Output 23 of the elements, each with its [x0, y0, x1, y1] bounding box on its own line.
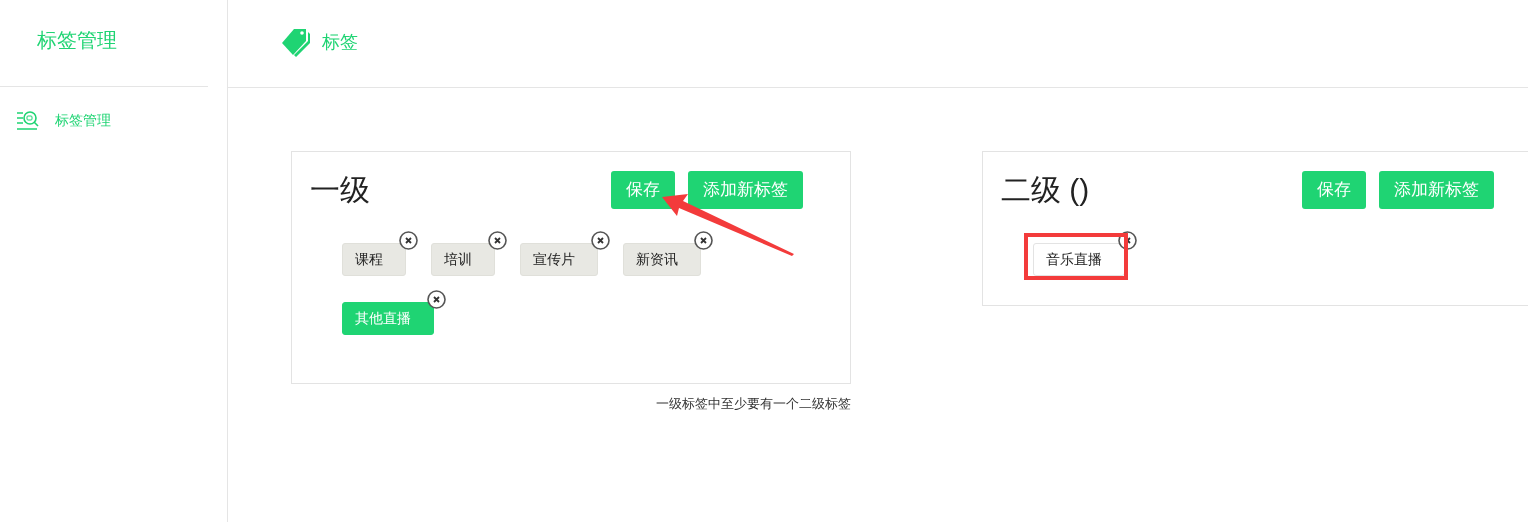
close-icon[interactable] [1118, 231, 1137, 250]
search-list-icon [16, 109, 39, 131]
close-icon[interactable] [591, 231, 610, 250]
save-button[interactable]: 保存 [611, 170, 675, 209]
tag-chip[interactable]: 课程 [342, 243, 406, 276]
tag-chip[interactable]: 培训 [431, 243, 495, 276]
close-icon[interactable] [694, 231, 713, 250]
close-icon[interactable] [399, 231, 418, 250]
add-tag-button[interactable]: 添加新标签 [1379, 170, 1494, 209]
tag-icon [282, 27, 313, 58]
sidebar-item[interactable]: 标签管理 [0, 107, 227, 133]
hint-text: 一级标签中至少要有一个二级标签 [656, 395, 851, 413]
panel-title: 一级 [310, 174, 371, 205]
save-button[interactable]: 保存 [1302, 170, 1366, 209]
panel-title: 二级 () [1001, 174, 1091, 205]
close-icon[interactable] [427, 290, 446, 309]
close-icon[interactable] [488, 231, 507, 250]
tag-chip[interactable]: 宣传片 [520, 243, 598, 276]
page-title: 标签 [322, 31, 358, 54]
add-tag-button[interactable]: 添加新标签 [688, 170, 803, 209]
tag-chip[interactable]: 其他直播 [342, 302, 434, 335]
tag-chip[interactable]: 新资讯 [623, 243, 701, 276]
sidebar-title: 标签管理 [37, 29, 117, 51]
